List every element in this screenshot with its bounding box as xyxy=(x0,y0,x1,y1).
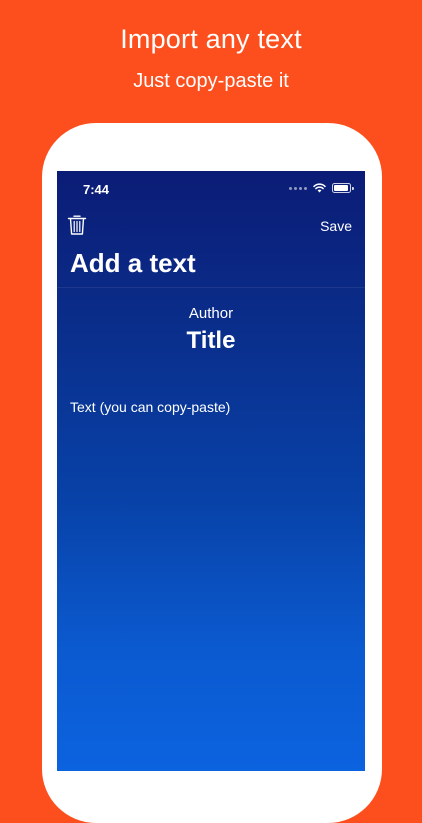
wifi-icon xyxy=(313,183,326,193)
trash-icon[interactable] xyxy=(67,214,89,238)
page-title: Add a text xyxy=(70,248,196,278)
status-icons xyxy=(289,183,354,193)
save-button[interactable]: Save xyxy=(320,218,352,234)
signal-icon xyxy=(289,186,307,190)
promo-subline: Just copy-paste it xyxy=(133,70,289,92)
navigation-bar: Save Add a text xyxy=(57,211,365,288)
app-screen: 7:44 Save Add a text Author Title Text (… xyxy=(57,171,365,771)
status-time: 7:44 xyxy=(83,182,110,197)
author-input[interactable]: Author xyxy=(57,305,365,322)
promo-headline: Import any text xyxy=(120,24,302,54)
text-input[interactable]: Text (you can copy-paste) xyxy=(70,399,352,415)
title-input[interactable]: Title xyxy=(57,327,365,355)
status-bar: 7:44 xyxy=(57,171,365,207)
battery-icon xyxy=(332,183,354,193)
